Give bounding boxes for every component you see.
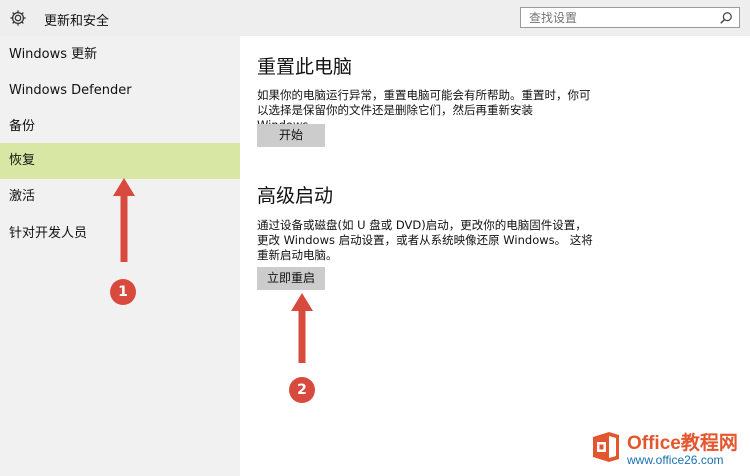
sidebar-item-windows-update[interactable]: Windows 更新 [0,37,240,73]
watermark-url: www.office26.com [627,453,724,467]
sidebar-item-windows-defender[interactable]: Windows Defender [0,73,240,109]
search-box[interactable] [520,7,740,28]
search-input[interactable] [521,8,727,27]
watermark-name: Office教程网 [627,433,738,454]
annotation-arrow-2 [291,293,313,363]
restart-now-button[interactable]: 立即重启 [257,267,325,290]
advanced-startup-description: 通过设备或磁盘(如 U 盘或 DVD)启动，更改你的电脑固件设置，更改 Wind… [257,218,593,262]
annotation-arrow-1 [113,178,135,262]
office-logo-icon [593,432,619,462]
search-icon[interactable] [719,11,733,25]
sidebar-item-backup[interactable]: 备份 [0,109,240,145]
page-title: 更新和安全 [44,14,110,29]
title-bar: 更新和安全 [0,0,750,36]
reset-title: 重置此电脑 [257,56,353,78]
main-content: 重置此电脑 如果你的电脑运行异常，重置电脑可能会有所帮助。重置时，你可以选择是保… [240,36,750,476]
annotation-badge-2: 2 [289,377,315,403]
reset-start-button[interactable]: 开始 [257,124,325,147]
annotation-badge-1: 1 [110,279,136,305]
gear-icon [10,10,26,26]
watermark-logo: Office教程网 www.office26.com [589,426,749,474]
advanced-startup-title: 高级启动 [257,185,334,207]
